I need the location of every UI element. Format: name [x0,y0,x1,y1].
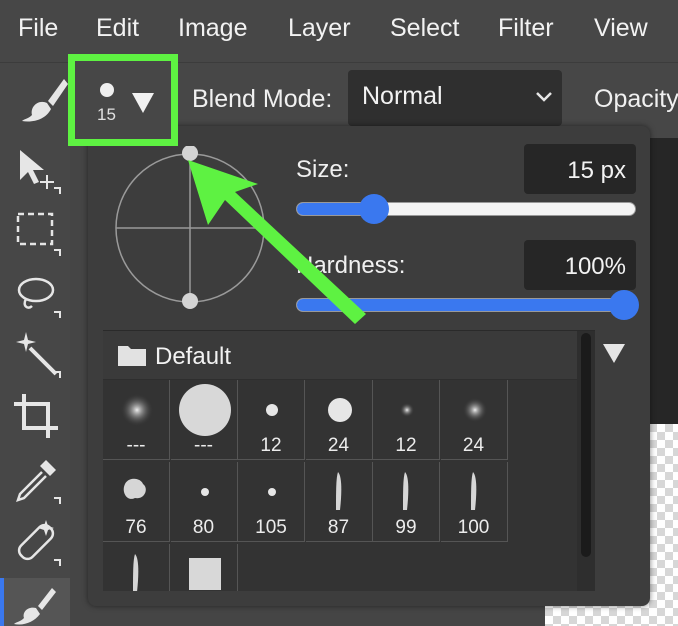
annotation-arrow [188,160,366,324]
